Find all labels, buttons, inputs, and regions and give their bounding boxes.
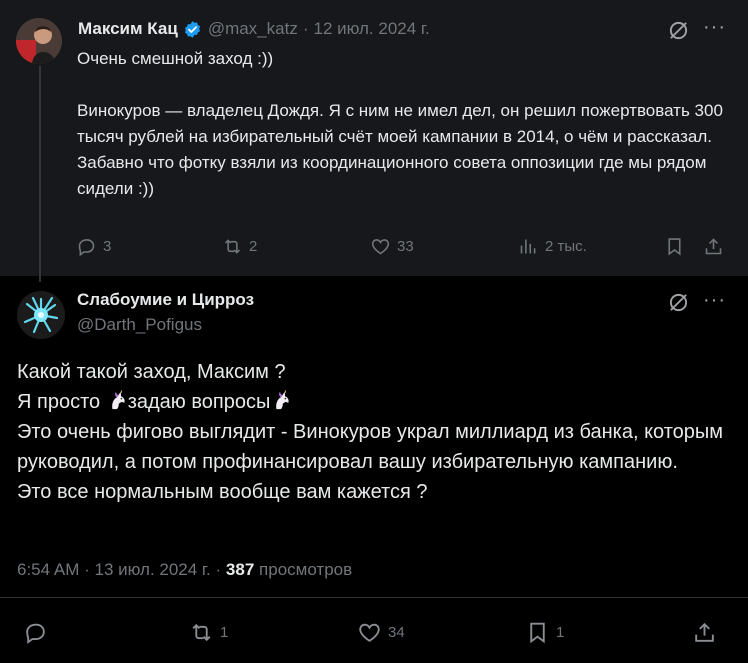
reply-button[interactable]: 3	[76, 236, 111, 257]
separator-dot: ·	[84, 560, 90, 579]
bookmark-icon	[668, 238, 681, 256]
tweet-time[interactable]: 6:54 AM	[17, 560, 79, 579]
retweet-button[interactable]: 1	[189, 620, 228, 645]
share-button[interactable]	[703, 236, 730, 257]
more-icon[interactable]: ···	[703, 289, 726, 312]
retweet-icon	[192, 623, 211, 642]
author-name[interactable]: Максим Кац	[78, 19, 178, 39]
parent-tweet[interactable]: Максим Кац @max_katz · 12 июл. 2024 г. ·…	[0, 0, 748, 282]
more-icon[interactable]: ···	[703, 16, 726, 39]
tweet-line: Это все нормальным вообще вам кажется ?	[17, 481, 428, 503]
thread-line	[39, 66, 41, 282]
bookmark-button[interactable]: 1	[525, 620, 564, 645]
retweet-count: 2	[249, 238, 258, 255]
unicorn-emoji	[111, 389, 125, 410]
divider	[0, 597, 748, 598]
like-count: 34	[388, 624, 405, 641]
unicorn-emoji	[276, 389, 289, 410]
separator-dot: ·	[215, 560, 222, 579]
grok-icon[interactable]	[668, 20, 689, 46]
author-handle[interactable]: @Darth_Pofigus	[77, 315, 202, 335]
view-count: 387	[225, 560, 255, 579]
tweet-text: Очень смешной заход :)) Винокуров — влад…	[77, 49, 723, 198]
author-name[interactable]: Слабоумие и Цирроз	[77, 290, 254, 310]
tweet-text: Какой такой заход, Максим ? Я просто зад…	[17, 357, 732, 507]
bookmark-button[interactable]	[664, 236, 691, 257]
grok-icon[interactable]	[668, 292, 689, 318]
view-count: 2 тыс.	[545, 238, 587, 255]
like-button[interactable]: 34	[357, 620, 405, 645]
separator-dot: ·	[302, 19, 309, 38]
tweet-line: Какой такой заход, Максим ?	[17, 361, 286, 383]
tweet-line: Я просто	[17, 391, 106, 413]
views-button[interactable]: 2 тыс.	[518, 236, 587, 257]
retweet-icon	[224, 239, 241, 254]
views-label: просмотров	[259, 560, 353, 579]
like-icon	[371, 239, 390, 255]
reply-button[interactable]	[23, 620, 54, 645]
like-icon	[359, 623, 380, 642]
tweet-line: задаю вопросы	[127, 391, 271, 413]
tweet-date[interactable]: 12 июл. 2024 г.	[314, 19, 430, 39]
tweet-line: Это очень фигово выглядит - Винокуров ук…	[17, 421, 729, 473]
like-count: 33	[397, 238, 414, 255]
reply-icon	[78, 239, 95, 257]
reply-icon	[26, 623, 45, 645]
share-icon	[705, 238, 722, 255]
avatar[interactable]	[16, 18, 62, 64]
retweet-count: 1	[220, 624, 229, 641]
tweet-meta: 6:54 AM · 13 июл. 2024 г. · 387 просмотр…	[17, 560, 352, 580]
tweet-date[interactable]: 13 июл. 2024 г.	[95, 560, 211, 579]
bookmark-count: 1	[556, 624, 565, 641]
reply-count: 3	[103, 238, 112, 255]
author-handle[interactable]: @max_katz	[208, 19, 298, 39]
verified-badge-icon	[184, 20, 200, 38]
avatar[interactable]	[17, 291, 65, 339]
retweet-button[interactable]: 2	[222, 236, 257, 257]
share-button[interactable]	[692, 620, 723, 645]
like-button[interactable]: 33	[370, 236, 414, 257]
share-icon	[695, 622, 714, 642]
views-icon	[520, 239, 536, 254]
bookmark-icon	[530, 622, 545, 644]
